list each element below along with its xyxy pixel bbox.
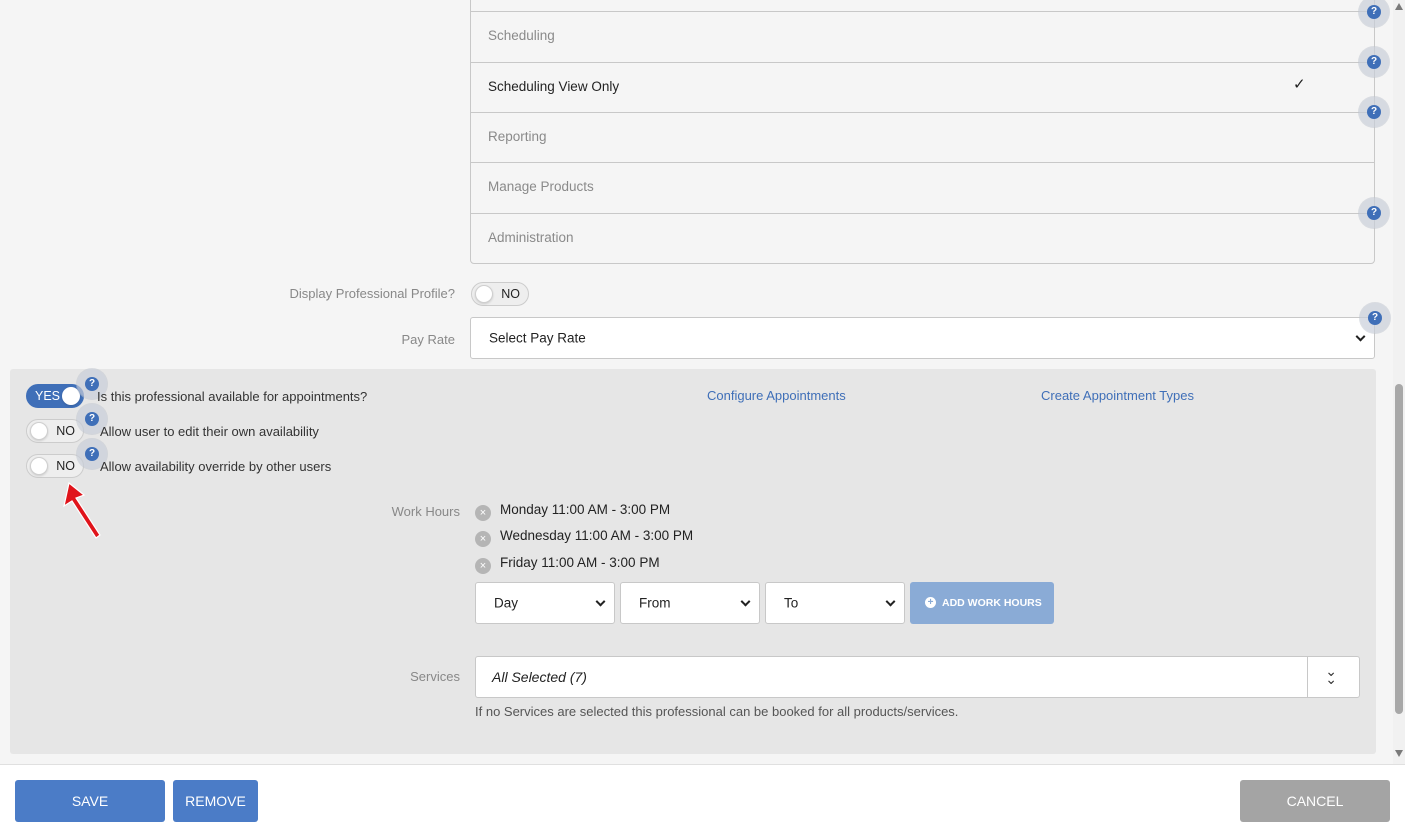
checkmark-icon: ✓: [1293, 76, 1306, 93]
toggle-state: YES: [35, 389, 61, 403]
permission-label: Administration: [488, 230, 574, 245]
permission-item-scheduling[interactable]: Scheduling: [471, 11, 1374, 61]
permission-item-administration[interactable]: Administration: [471, 213, 1374, 263]
display-profile-toggle[interactable]: NO: [471, 282, 529, 306]
pay-rate-label: Pay Rate: [401, 332, 455, 347]
services-hint: If no Services are selected this profess…: [475, 704, 959, 719]
annotation-arrow-icon: [63, 481, 101, 539]
help-icon[interactable]: ?: [85, 447, 99, 461]
remove-button[interactable]: REMOVE: [173, 780, 258, 822]
help-icon[interactable]: ?: [85, 412, 99, 426]
day-select-value: Day: [494, 595, 519, 611]
override-availability-label: Allow availability override by other use…: [100, 459, 332, 474]
appointments-toggle[interactable]: YES: [26, 384, 84, 408]
work-hours-item: × Wednesday 11:00 AM - 3:00 PM: [475, 528, 693, 547]
services-value: All Selected (7): [492, 669, 587, 685]
edit-availability-toggle[interactable]: NO: [26, 419, 84, 443]
save-button[interactable]: SAVE: [15, 780, 165, 822]
toggle-knob: [30, 457, 48, 475]
work-hours-label: Work Hours: [391, 504, 460, 519]
help-icon[interactable]: ?: [1367, 55, 1381, 69]
work-hours-text: Friday 11:00 AM - 3:00 PM: [500, 555, 660, 570]
appointments-label: Is this professional available for appoi…: [97, 389, 368, 404]
double-chevron-down-icon[interactable]: ⌄ ⌄: [1325, 664, 1337, 686]
to-select-value: To: [784, 595, 799, 611]
footer-bar: SAVE REMOVE CANCEL: [0, 764, 1405, 835]
chevron-down-icon: [595, 596, 606, 607]
from-select[interactable]: From: [620, 582, 760, 624]
permission-label: Manage Products: [488, 179, 594, 194]
services-multiselect[interactable]: All Selected (7) ⌄ ⌄: [475, 656, 1360, 698]
permission-item-reporting[interactable]: Reporting: [471, 112, 1374, 162]
remove-icon[interactable]: ×: [475, 558, 491, 574]
permission-label: Scheduling View Only: [488, 79, 620, 94]
configure-appointments-link[interactable]: Configure Appointments: [707, 388, 846, 403]
permission-label: Reporting: [488, 129, 547, 144]
add-work-hours-label: ADD WORK HOURS: [942, 597, 1042, 609]
chevron-down-icon: [885, 596, 896, 607]
work-hours-item: × Friday 11:00 AM - 3:00 PM: [475, 555, 660, 574]
toggle-state: NO: [56, 424, 75, 438]
help-icon[interactable]: ?: [1368, 311, 1382, 325]
create-appointment-types-link[interactable]: Create Appointment Types: [1041, 388, 1194, 403]
permissions-list: Scheduling Scheduling View Only ✓ Report…: [470, 0, 1375, 264]
edit-availability-label: Allow user to edit their own availabilit…: [100, 424, 319, 439]
vertical-scrollbar[interactable]: [1393, 0, 1405, 764]
toggle-state: NO: [501, 287, 520, 301]
permission-item-scheduling-view-only[interactable]: Scheduling View Only ✓: [471, 62, 1374, 112]
toggle-knob: [475, 285, 493, 303]
scroll-down-arrow-icon[interactable]: [1395, 750, 1403, 757]
scroll-up-arrow-icon[interactable]: [1395, 3, 1403, 10]
help-icon[interactable]: ?: [1367, 105, 1381, 119]
cancel-button[interactable]: CANCEL: [1240, 780, 1390, 822]
day-select[interactable]: Day: [475, 582, 615, 624]
work-hours-item: × Monday 11:00 AM - 3:00 PM: [475, 502, 670, 521]
services-divider: [1307, 657, 1308, 697]
pay-rate-value: Select Pay Rate: [489, 330, 586, 346]
work-hours-text: Wednesday 11:00 AM - 3:00 PM: [500, 528, 694, 543]
chevron-down-icon: [740, 596, 751, 607]
scrollbar-thumb[interactable]: [1395, 384, 1403, 714]
help-icon[interactable]: ?: [1367, 5, 1381, 19]
permission-item-manage-products[interactable]: Manage Products: [471, 162, 1374, 212]
add-work-hours-button[interactable]: + ADD WORK HOURS: [910, 582, 1054, 624]
services-label: Services: [410, 669, 460, 684]
remove-icon[interactable]: ×: [475, 505, 491, 521]
display-profile-label: Display Professional Profile?: [289, 286, 455, 301]
from-select-value: From: [639, 595, 671, 611]
permission-label: Scheduling: [488, 28, 555, 43]
pay-rate-select[interactable]: Select Pay Rate: [470, 317, 1375, 359]
to-select[interactable]: To: [765, 582, 905, 624]
remove-icon[interactable]: ×: [475, 531, 491, 547]
plus-circle-icon: +: [925, 597, 936, 608]
toggle-knob: [30, 422, 48, 440]
work-hours-text: Monday 11:00 AM - 3:00 PM: [500, 502, 671, 517]
override-availability-toggle[interactable]: NO: [26, 454, 84, 478]
toggle-state: NO: [56, 459, 75, 473]
toggle-knob: [62, 387, 80, 405]
help-icon[interactable]: ?: [1367, 206, 1381, 220]
chevron-down-icon: [1355, 331, 1366, 342]
